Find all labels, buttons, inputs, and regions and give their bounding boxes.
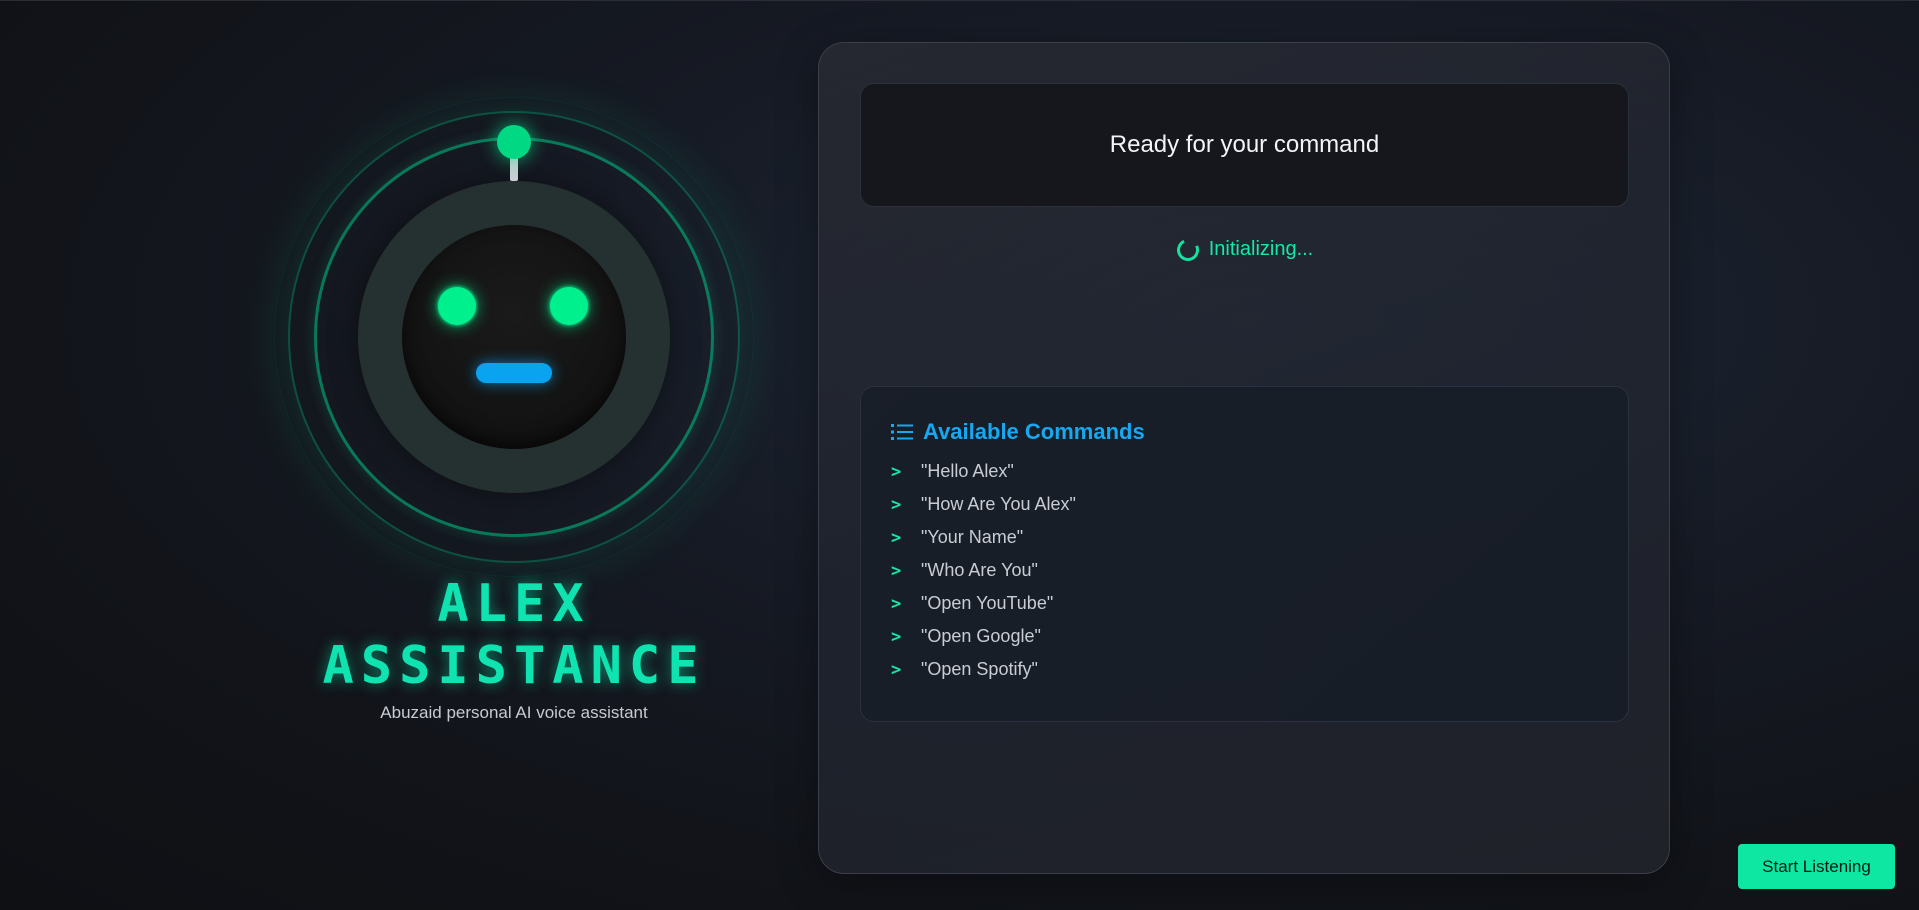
bullet-icon: > xyxy=(891,593,902,614)
list-item: > "Open Spotify" xyxy=(891,653,1598,686)
app-title: ALEX ASSISTANCE xyxy=(274,573,754,697)
command-text: "Open Google" xyxy=(921,626,1041,646)
command-text: "Open YouTube" xyxy=(921,593,1054,613)
bullet-icon: > xyxy=(891,560,902,581)
command-list: > "Hello Alex" > "How Are You Alex" > "Y… xyxy=(891,455,1598,686)
commands-header: Available Commands xyxy=(891,417,1598,447)
app-title-line1: ALEX xyxy=(437,574,591,634)
bullet-icon: > xyxy=(891,494,902,515)
status-message: Ready for your command xyxy=(1109,131,1380,158)
robot-avatar xyxy=(274,97,754,577)
bullet-icon: > xyxy=(891,527,902,548)
robot-face xyxy=(402,225,626,449)
robot-right-eye xyxy=(550,287,588,325)
list-item: > "How Are You Alex" xyxy=(891,488,1598,521)
command-text: "Open Spotify" xyxy=(921,659,1038,679)
assistant-panel: Ready for your command Initializing... A… xyxy=(818,42,1670,874)
list-item: > "Open Google" xyxy=(891,620,1598,653)
bullet-icon: > xyxy=(891,659,902,680)
command-text: "Who Are You" xyxy=(921,560,1038,580)
command-text: "Hello Alex" xyxy=(921,461,1014,481)
status-display: Ready for your command xyxy=(860,83,1629,207)
start-listening-button[interactable]: Start Listening xyxy=(1738,844,1895,889)
robot-left-eye xyxy=(438,287,476,325)
status-state-text: Initializing... xyxy=(1208,238,1314,260)
app-title-line2: ASSISTANCE xyxy=(322,636,706,696)
list-item: > "Your Name" xyxy=(891,521,1598,554)
list-icon xyxy=(891,424,913,440)
command-text: "How Are You Alex" xyxy=(921,494,1076,514)
robot-antenna-light xyxy=(497,125,531,159)
robot-mouth xyxy=(476,363,552,383)
bullet-icon: > xyxy=(891,461,902,482)
status-indicator: Initializing... xyxy=(819,235,1671,264)
bullet-icon: > xyxy=(891,626,902,647)
command-text: "Your Name" xyxy=(921,527,1024,547)
list-item: > "Open YouTube" xyxy=(891,587,1598,620)
commands-panel: Available Commands > "Hello Alex" > "How… xyxy=(860,386,1629,722)
commands-title: Available Commands xyxy=(923,419,1145,444)
spinner-icon xyxy=(1173,235,1202,264)
list-item: > "Who Are You" xyxy=(891,554,1598,587)
app-subtitle: Abuzaid personal AI voice assistant xyxy=(380,703,648,722)
list-item: > "Hello Alex" xyxy=(891,455,1598,488)
